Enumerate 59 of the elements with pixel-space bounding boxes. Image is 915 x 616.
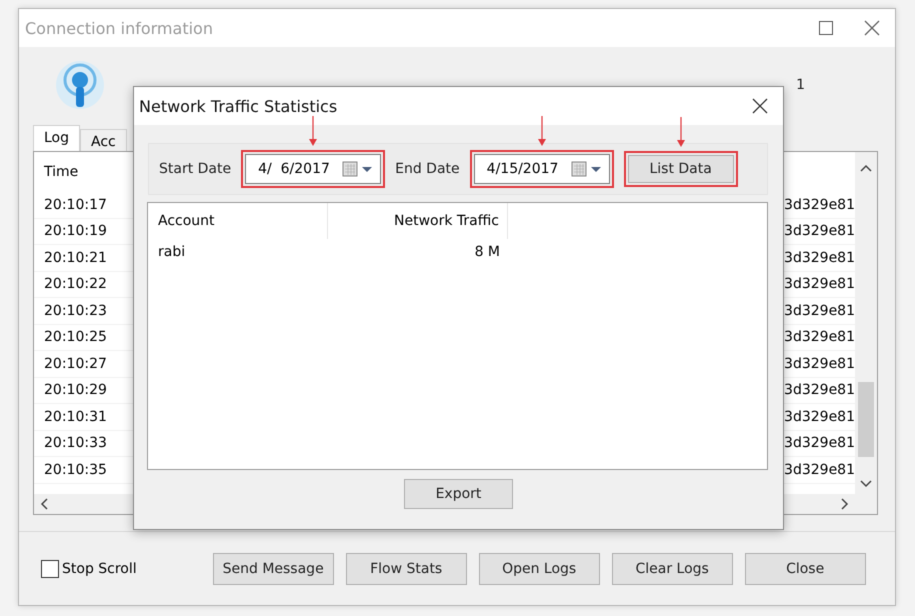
export-button[interactable]: Export [404, 479, 513, 509]
table-cell: 3d329e81 [784, 435, 855, 452]
dialog-button[interactable]: Flow Stats [346, 552, 467, 584]
table-cell: 20:10:17 [44, 196, 107, 213]
close-icon[interactable] [752, 98, 768, 114]
maximize-icon[interactable] [819, 21, 833, 35]
stop-scroll-checkbox[interactable]: Stop Scroll [41, 560, 137, 578]
start-date-field[interactable]: 4/ 6/2017 [245, 154, 382, 184]
table-cell-text: rabi [157, 243, 186, 262]
start-date-label: Start Date [159, 161, 232, 177]
scrollbar-thumb[interactable] [858, 382, 874, 457]
table-cell: 3d329e81 [784, 302, 855, 319]
arrow-icon [309, 116, 318, 146]
dialog-button[interactable]: Send Message [212, 552, 334, 584]
close-icon[interactable] [864, 20, 880, 36]
table-cell: 20:10:27 [44, 356, 107, 372]
tab[interactable]: Acc [80, 129, 127, 151]
table-cell: 3d329e81 [784, 356, 855, 372]
arrow-icon [676, 117, 685, 147]
table-cell: 20:10:23 [44, 302, 107, 319]
table-cell: 3d329e81 [784, 276, 855, 292]
table-cell: 20:10:21 [44, 250, 107, 266]
dialog-button[interactable]: Clear Logs [612, 552, 733, 584]
table-cell: 3d329e81 [784, 382, 855, 398]
table-cell: 3d329e81 [784, 462, 855, 478]
column-header: Time [44, 164, 78, 180]
table-cell: 20:10:31 [44, 408, 107, 425]
table-cell: 3d329e81 [784, 223, 855, 240]
table-cell: 20:10:22 [44, 276, 107, 292]
table-cell: 20:10:33 [44, 435, 107, 452]
table-cell: 3d329e81 [784, 408, 855, 425]
scroll-left-icon[interactable] [40, 498, 48, 510]
scroll-up-icon[interactable] [860, 164, 872, 172]
end-date-field[interactable]: 4/15/2017 [474, 154, 610, 184]
end-date-label: End Date [395, 161, 460, 177]
table-cell-text: 8 M [474, 243, 501, 262]
window-title: Connection information [25, 18, 214, 38]
table-cell: 3d329e81 [784, 250, 855, 266]
dialog-button[interactable]: Open Logs [478, 552, 600, 584]
column-header: Network Traffic [328, 203, 508, 239]
users-count: 1 [796, 77, 805, 93]
scroll-down-icon[interactable] [860, 480, 872, 488]
list-data-button[interactable]: List Data [628, 155, 734, 183]
table-cell: 3d329e81 [784, 329, 855, 346]
table-cell: 20:10:25 [44, 329, 107, 346]
dialog-title: Network Traffic Statistics [139, 96, 338, 116]
scroll-right-icon[interactable] [841, 498, 849, 510]
table-cell: 20:10:19 [44, 223, 107, 240]
table-cell: 20:10:29 [44, 382, 107, 398]
calendar-dropdown-icon[interactable] [342, 160, 374, 178]
vertical-scrollbar[interactable] [855, 152, 877, 494]
dialog-button[interactable]: Close [744, 552, 866, 584]
table-cell: 3d329e81 [784, 196, 855, 213]
arrow-icon [538, 116, 546, 146]
signal-info-icon [55, 60, 105, 110]
calendar-dropdown-icon[interactable] [570, 160, 603, 178]
table-cell: 20:10:35 [44, 462, 107, 478]
column-header: Account [148, 203, 328, 239]
tab[interactable]: Log [33, 125, 80, 151]
